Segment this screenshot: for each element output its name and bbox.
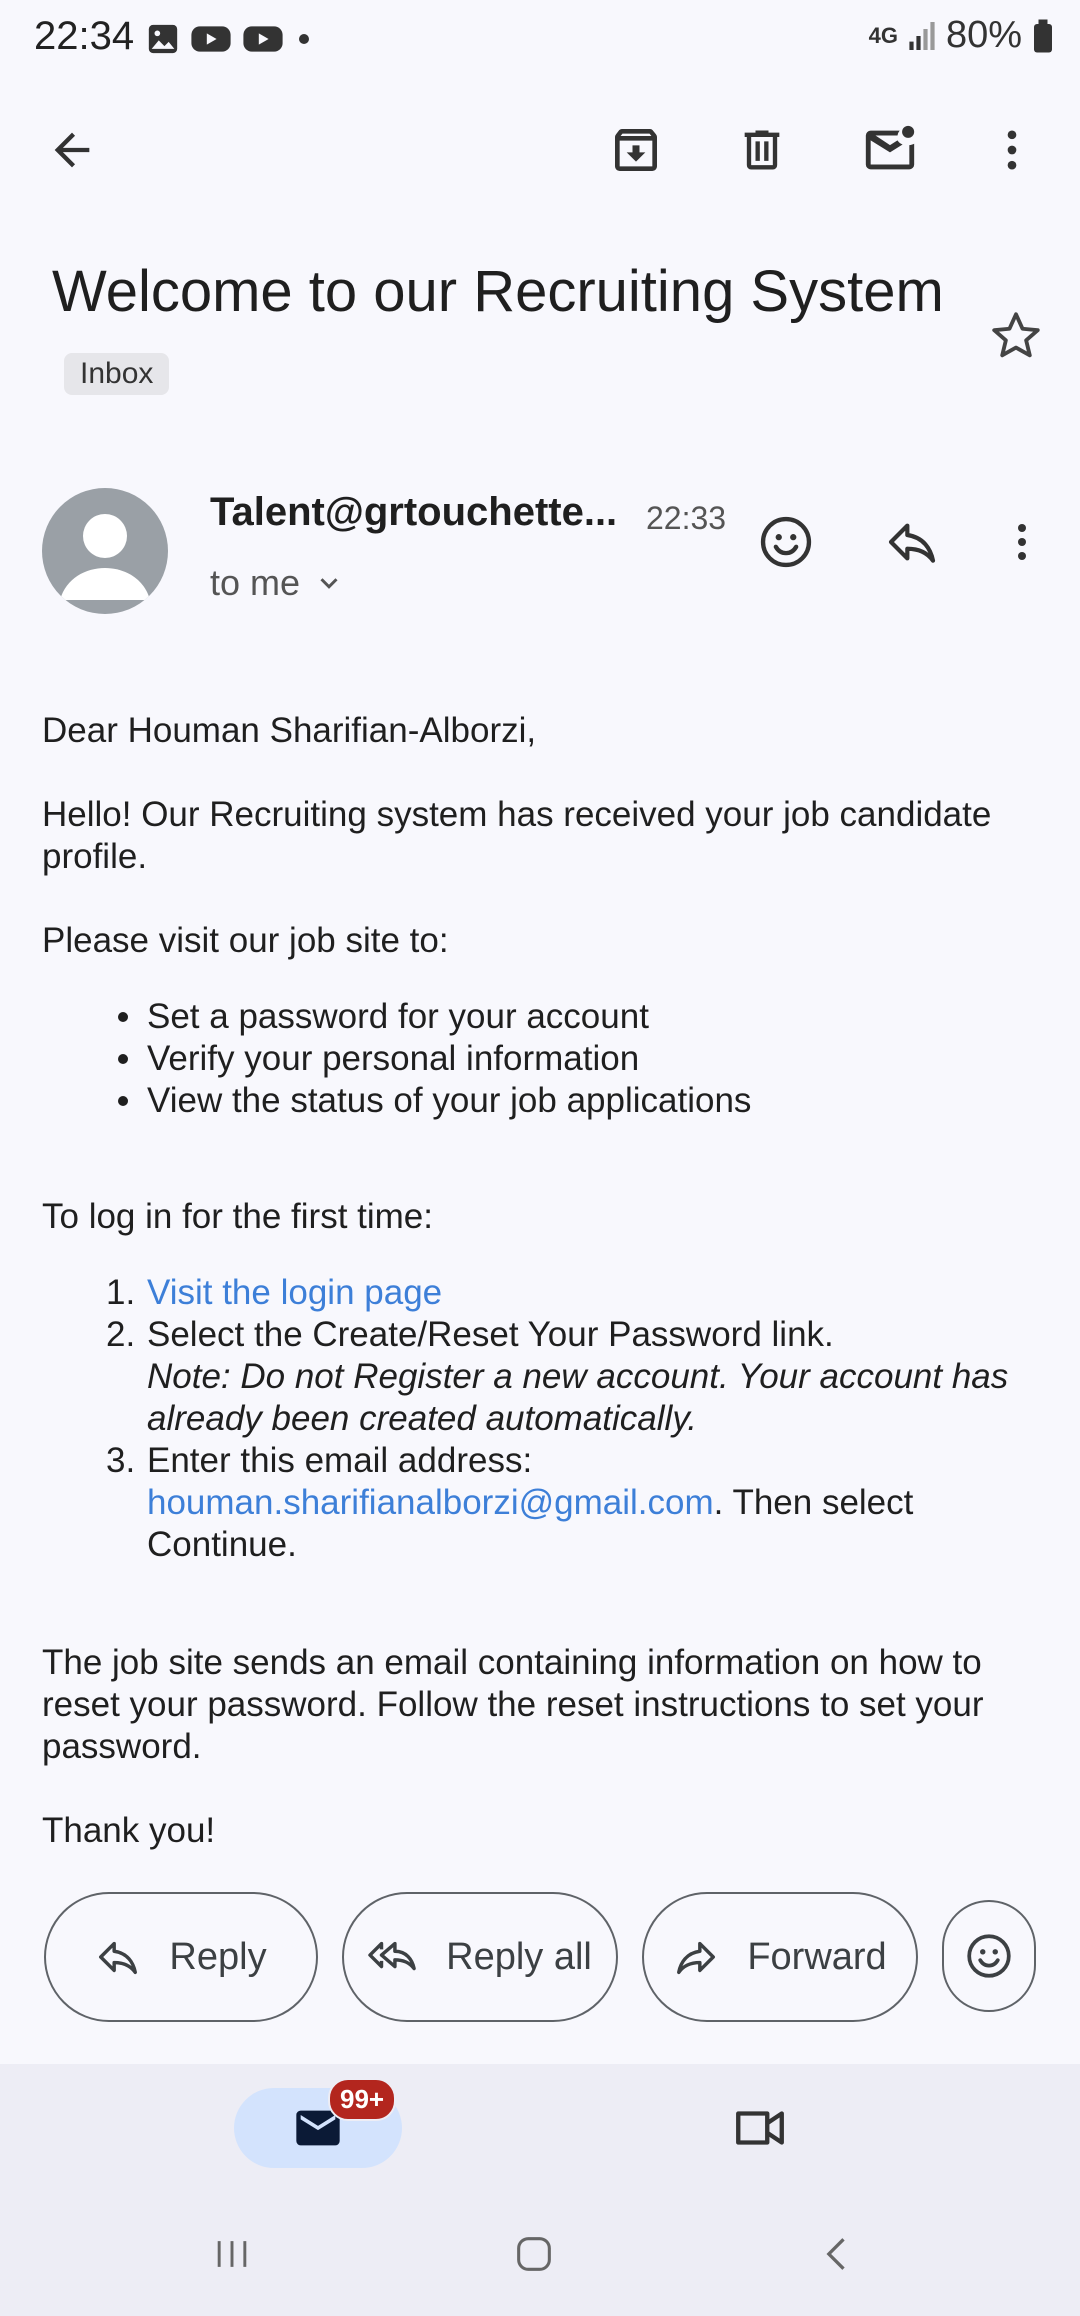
email-subject: Welcome to our Recruiting System Inbox <box>52 250 952 418</box>
chevron-down-icon <box>320 578 338 589</box>
status-time: 22:34 <box>34 14 135 58</box>
gallery-icon <box>148 24 178 54</box>
subject-text: Welcome to our Recruiting System <box>52 259 944 324</box>
step-3-email-line: houman.sharifianalborzi@gmail.com. Then … <box>147 1482 1027 1566</box>
reset-paragraph: The job site sends an email containing i… <box>42 1643 984 1766</box>
star-button[interactable] <box>976 296 1056 376</box>
email-time: 22:33 <box>646 500 727 536</box>
login-page-link[interactable]: Visit the login page <box>147 1272 442 1314</box>
arrow-back-icon <box>54 132 90 168</box>
more-notifications-dot-icon <box>299 34 309 44</box>
step-number: 3. <box>106 1441 136 1480</box>
emoji-icon <box>760 516 812 568</box>
bullet <box>118 1012 128 1022</box>
react-button[interactable] <box>942 1900 1036 2012</box>
greeting: Dear Houman Sharifian-Alborzi, <box>42 711 537 750</box>
reply-all-label: Reply all <box>446 1935 592 1978</box>
message-more-button[interactable] <box>982 502 1062 582</box>
reply-button[interactable]: Reply <box>44 1892 318 2022</box>
more-options-button[interactable] <box>972 110 1052 190</box>
add-reaction-button[interactable] <box>746 502 826 582</box>
step-number: 1. <box>106 1273 136 1312</box>
step-number: 2. <box>106 1315 136 1354</box>
sender-name[interactable]: Talent@grtouchette... <box>210 490 630 535</box>
reply-icon-button[interactable] <box>872 502 952 582</box>
back-button[interactable] <box>32 110 112 190</box>
home-icon <box>517 2237 551 2271</box>
sender-avatar[interactable] <box>42 488 168 614</box>
bullet <box>118 1096 128 1106</box>
person-icon <box>60 514 150 600</box>
forward-icon <box>677 1941 716 1975</box>
archive-button[interactable] <box>596 110 676 190</box>
status-right: 4G 80% <box>869 14 1054 57</box>
forward-button[interactable]: Forward <box>642 1892 918 2022</box>
status-notification-icons <box>146 22 314 56</box>
step-2-text: Select the Create/Reset Your Password li… <box>147 1315 834 1354</box>
login-heading: To log in for the first time: <box>42 1197 433 1236</box>
signal-icon <box>909 21 935 50</box>
chevron-left-icon <box>826 2238 845 2270</box>
recent-apps-icon <box>217 2241 247 2267</box>
more-vert-icon <box>1018 524 1026 560</box>
home-button[interactable] <box>494 2214 574 2294</box>
reply-label: Reply <box>169 1935 267 1978</box>
nav-meet-tab[interactable] <box>720 2088 800 2168</box>
more-vert-icon <box>1007 130 1017 170</box>
network-type: 4G <box>868 22 898 48</box>
youtube-icon <box>243 26 283 52</box>
reply-icon <box>888 523 936 563</box>
reply-icon <box>99 1941 138 1975</box>
list-item: Verify your personal information <box>147 1039 640 1078</box>
unread-count-badge: 99+ <box>328 2078 397 2121</box>
closing: Thank you! <box>42 1811 216 1850</box>
recipient-text: to me <box>210 562 301 603</box>
emoji-icon <box>967 1934 1011 1978</box>
email-address-link[interactable]: houman.sharifianalborzi@gmail.com <box>147 1483 714 1522</box>
mark-unread-button[interactable] <box>850 110 930 190</box>
step-2-note: Note: Do not Register a new account. You… <box>147 1357 1009 1438</box>
inbox-label-chip[interactable]: Inbox <box>64 352 170 395</box>
step-3-text: Enter this email address: <box>147 1441 533 1480</box>
list-item: Set a password for your account <box>147 997 649 1036</box>
archive-icon <box>615 129 657 171</box>
reply-all-icon <box>368 1941 416 1971</box>
mark-unread-icon <box>865 125 915 170</box>
system-back-button[interactable] <box>798 2214 878 2294</box>
visit-heading: Please visit our job site to: <box>42 921 449 960</box>
recipient-details-toggle[interactable]: to me <box>210 562 344 604</box>
forward-label: Forward <box>747 1935 887 1978</box>
list-item: View the status of your job applications <box>147 1081 752 1120</box>
delete-button[interactable] <box>722 110 802 190</box>
bullet <box>118 1054 128 1064</box>
battery-icon <box>1034 19 1052 52</box>
battery-percent: 80% <box>945 14 1022 56</box>
video-camera-icon <box>736 2111 784 2145</box>
trash-icon <box>744 130 780 170</box>
star-icon <box>992 312 1040 358</box>
reply-all-button[interactable]: Reply all <box>342 1892 618 2022</box>
intro-paragraph: Hello! Our Recruiting system has receive… <box>42 795 992 876</box>
recent-apps-button[interactable] <box>192 2214 272 2294</box>
youtube-icon <box>191 26 231 52</box>
